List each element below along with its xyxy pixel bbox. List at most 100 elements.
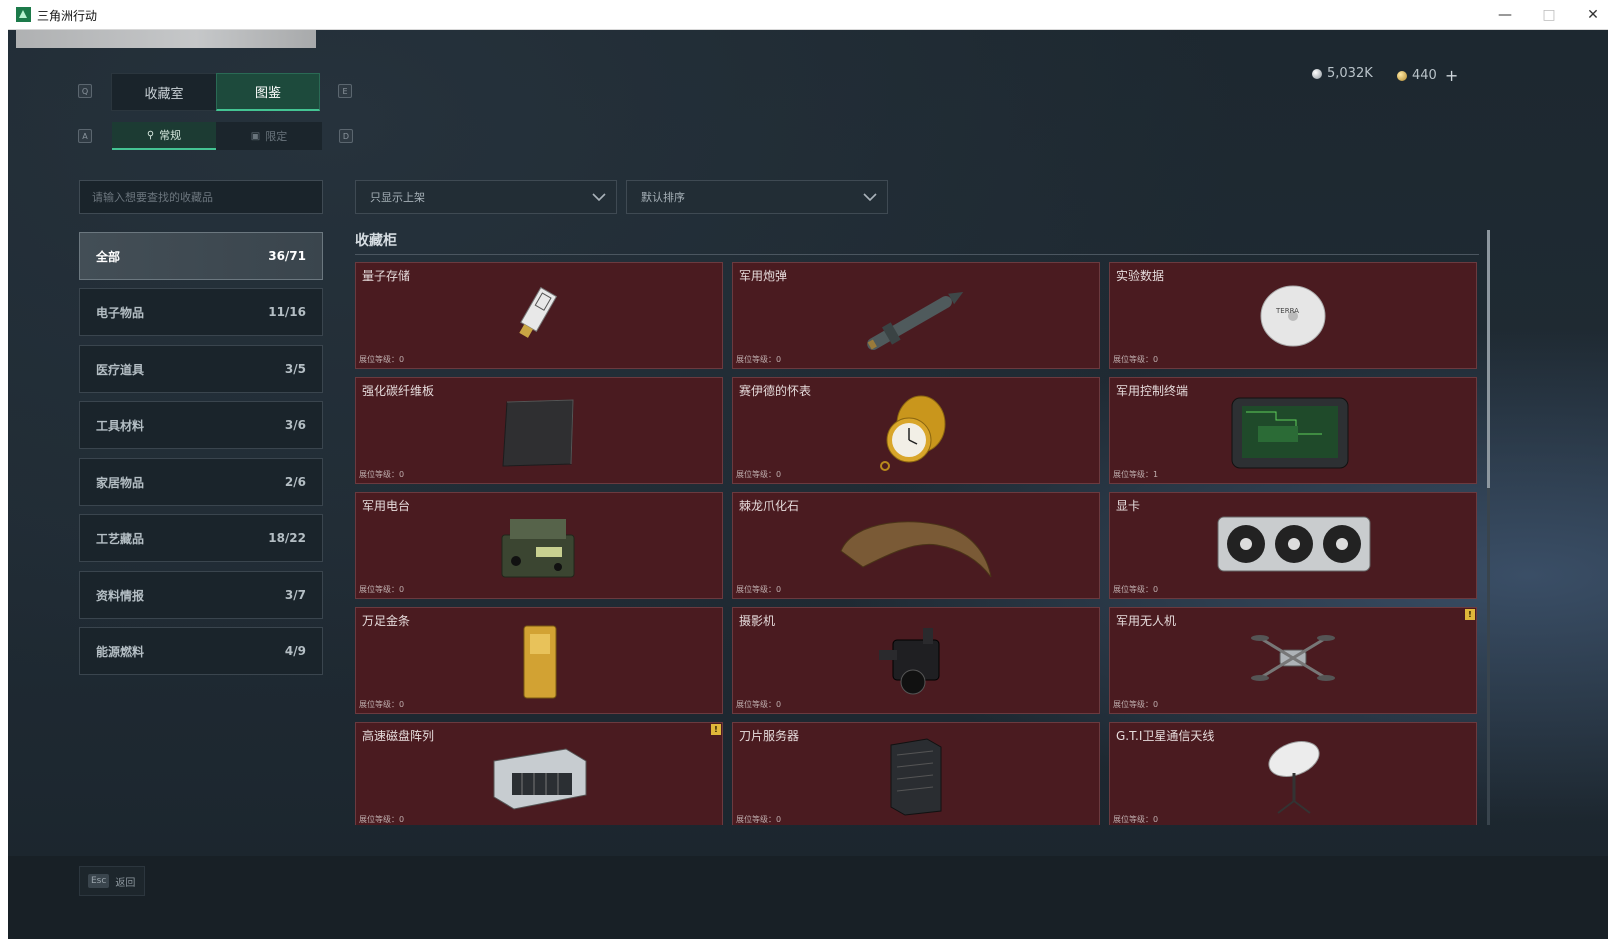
- window-title: 三角洲行动: [37, 9, 98, 23]
- category-label: 全部: [96, 249, 121, 264]
- trophy-icon: ⚲: [146, 129, 155, 141]
- pocket-watch-icon: [880, 395, 946, 471]
- sort-dropdown[interactable]: 默认排序: [626, 180, 888, 214]
- item-name: 军用无人机: [1116, 614, 1177, 628]
- scrollbar-thumb[interactable]: [1487, 230, 1490, 488]
- category-count: 2/6: [284, 475, 306, 489]
- category-electronics[interactable]: 电子物品 11/16: [79, 288, 323, 336]
- category-count: 4/9: [284, 644, 306, 658]
- category-count: 11/16: [268, 305, 306, 319]
- app-logo-icon: [16, 7, 31, 22]
- claw-fossil-icon: [840, 521, 992, 578]
- item-card-military-radio[interactable]: 军用电台 展位等级：0: [355, 492, 723, 599]
- subtab-regular[interactable]: ⚲ 常规: [112, 122, 216, 150]
- hotkey-q: Q: [78, 84, 92, 98]
- item-name: 显卡: [1116, 499, 1141, 513]
- category-count: 3/6: [284, 418, 306, 432]
- item-level: 展位等级：0: [359, 355, 405, 364]
- window-titlebar: 三角洲行动 — □ ✕: [8, 0, 1608, 30]
- svg-text:TERRA: TERRA: [1275, 307, 1299, 315]
- category-intel[interactable]: 资料情报 3/7: [79, 571, 323, 619]
- blade-server-icon: [890, 738, 942, 816]
- disk-array-icon: [493, 748, 587, 810]
- item-card-pocket-watch[interactable]: 赛伊德的怀表 展位等级：0: [732, 377, 1100, 484]
- maximize-icon[interactable]: □: [1527, 0, 1571, 30]
- game-viewport: Q 收藏室 图鉴 E A ⚲ 常规 ▣ 限定 D 5,032K 440 + 只显…: [8, 30, 1608, 939]
- item-level: 展位等级：0: [359, 815, 405, 824]
- item-level: 展位等级：0: [736, 355, 782, 364]
- item-level: 展位等级：0: [359, 585, 405, 594]
- tab-collection-room[interactable]: 收藏室: [111, 73, 217, 111]
- category-label: 能源燃料: [96, 644, 145, 659]
- category-label: 资料情报: [96, 588, 145, 603]
- item-card-satellite-antenna[interactable]: G.T.I卫星通信天线 展位等级：0: [1109, 722, 1477, 825]
- category-all[interactable]: 全部 36/71: [79, 232, 323, 280]
- category-crafts[interactable]: 工艺藏品 18/22: [79, 514, 323, 562]
- carbon-plate-icon: [502, 399, 574, 467]
- item-name: 高速磁盘阵列: [362, 729, 435, 743]
- item-card-claw-fossil[interactable]: 棘龙爪化石 展位等级：0: [732, 492, 1100, 599]
- item-card-quantum-storage[interactable]: 量子存储 展位等级：0: [355, 262, 723, 369]
- item-card-disk-array[interactable]: 高速磁盘阵列 ! 展位等级：0: [355, 722, 723, 825]
- item-name: 强化碳纤维板: [362, 384, 435, 398]
- collection-grid: 量子存储 展位等级：0 军用炮弹 展位等级：0 实验数据 TERRA 展位等级：…: [355, 262, 1483, 825]
- minimize-icon[interactable]: —: [1483, 0, 1527, 30]
- display-filter-value: 只显示上架: [370, 191, 425, 204]
- gold-amount: 440: [1412, 68, 1437, 83]
- redacted-strip: [16, 30, 316, 48]
- hotkey-e: E: [338, 84, 352, 98]
- item-card-camera[interactable]: 摄影机 展位等级：0: [732, 607, 1100, 714]
- search-box[interactable]: [79, 180, 323, 214]
- silver-amount: 5,032K: [1327, 66, 1373, 81]
- artillery-shell-icon: [867, 292, 964, 350]
- category-energy[interactable]: 能源燃料 4/9: [79, 627, 323, 675]
- item-level: 展位等级：0: [359, 470, 405, 479]
- item-card-gold-bar[interactable]: 万足金条 展位等级：0: [355, 607, 723, 714]
- gold-coin-icon: [1397, 70, 1407, 81]
- item-card-blade-server[interactable]: 刀片服务器 展位等级：0: [732, 722, 1100, 825]
- add-currency-button[interactable]: +: [1445, 66, 1458, 85]
- gold-bar-icon: [523, 625, 557, 699]
- category-medical[interactable]: 医疗道具 3/5: [79, 345, 323, 393]
- item-card-artillery-shell[interactable]: 军用炮弹 展位等级：0: [732, 262, 1100, 369]
- item-card-control-terminal[interactable]: 军用控制终端 展位等级：1: [1109, 377, 1477, 484]
- category-count: 3/5: [284, 362, 306, 376]
- new-badge: !: [1465, 609, 1475, 620]
- search-input[interactable]: [92, 190, 322, 204]
- item-level: 展位等级：0: [1113, 355, 1159, 364]
- item-name: 军用炮弹: [739, 269, 788, 283]
- section-divider: [355, 254, 1479, 255]
- drone-icon: [1251, 635, 1335, 681]
- close-icon[interactable]: ✕: [1571, 0, 1615, 30]
- item-card-graphics-card[interactable]: 显卡 展位等级：0: [1109, 492, 1477, 599]
- category-household[interactable]: 家居物品 2/6: [79, 458, 323, 506]
- camera-icon: [879, 628, 940, 695]
- item-name: G.T.I卫星通信天线: [1116, 729, 1215, 743]
- item-card-data-disc[interactable]: 实验数据 TERRA 展位等级：0: [1109, 262, 1477, 369]
- category-count: 3/7: [284, 588, 306, 602]
- hotkey-d: D: [339, 129, 353, 143]
- item-name: 万足金条: [362, 614, 411, 628]
- item-card-carbon-plate[interactable]: 强化碳纤维板 展位等级：0: [355, 377, 723, 484]
- back-button[interactable]: Esc 返回: [79, 866, 145, 896]
- subtab-limited[interactable]: ▣ 限定: [216, 122, 322, 150]
- item-level: 展位等级：0: [1113, 815, 1159, 824]
- category-tools[interactable]: 工具材料 3/6: [79, 401, 323, 449]
- satellite-antenna-icon: [1268, 741, 1320, 814]
- item-name: 棘龙爪化石: [739, 499, 800, 513]
- category-label: 家居物品: [96, 475, 145, 490]
- silver-coin-icon: [1312, 68, 1322, 79]
- category-label: 电子物品: [96, 305, 145, 320]
- item-level: 展位等级：0: [1113, 700, 1159, 709]
- tab-catalog[interactable]: 图鉴: [216, 73, 320, 111]
- display-filter-dropdown[interactable]: 只显示上架: [355, 180, 617, 214]
- item-card-drone[interactable]: 军用无人机 ! 展位等级：0: [1109, 607, 1477, 714]
- tab-label: 图鉴: [254, 86, 281, 101]
- item-name: 量子存储: [362, 269, 411, 283]
- item-name: 赛伊德的怀表: [739, 384, 812, 398]
- item-name: 军用控制终端: [1116, 384, 1189, 398]
- graphics-card-icon: [1217, 516, 1371, 572]
- item-name: 军用电台: [362, 499, 411, 513]
- item-level: 展位等级：0: [736, 585, 782, 594]
- military-radio-icon: [501, 519, 575, 578]
